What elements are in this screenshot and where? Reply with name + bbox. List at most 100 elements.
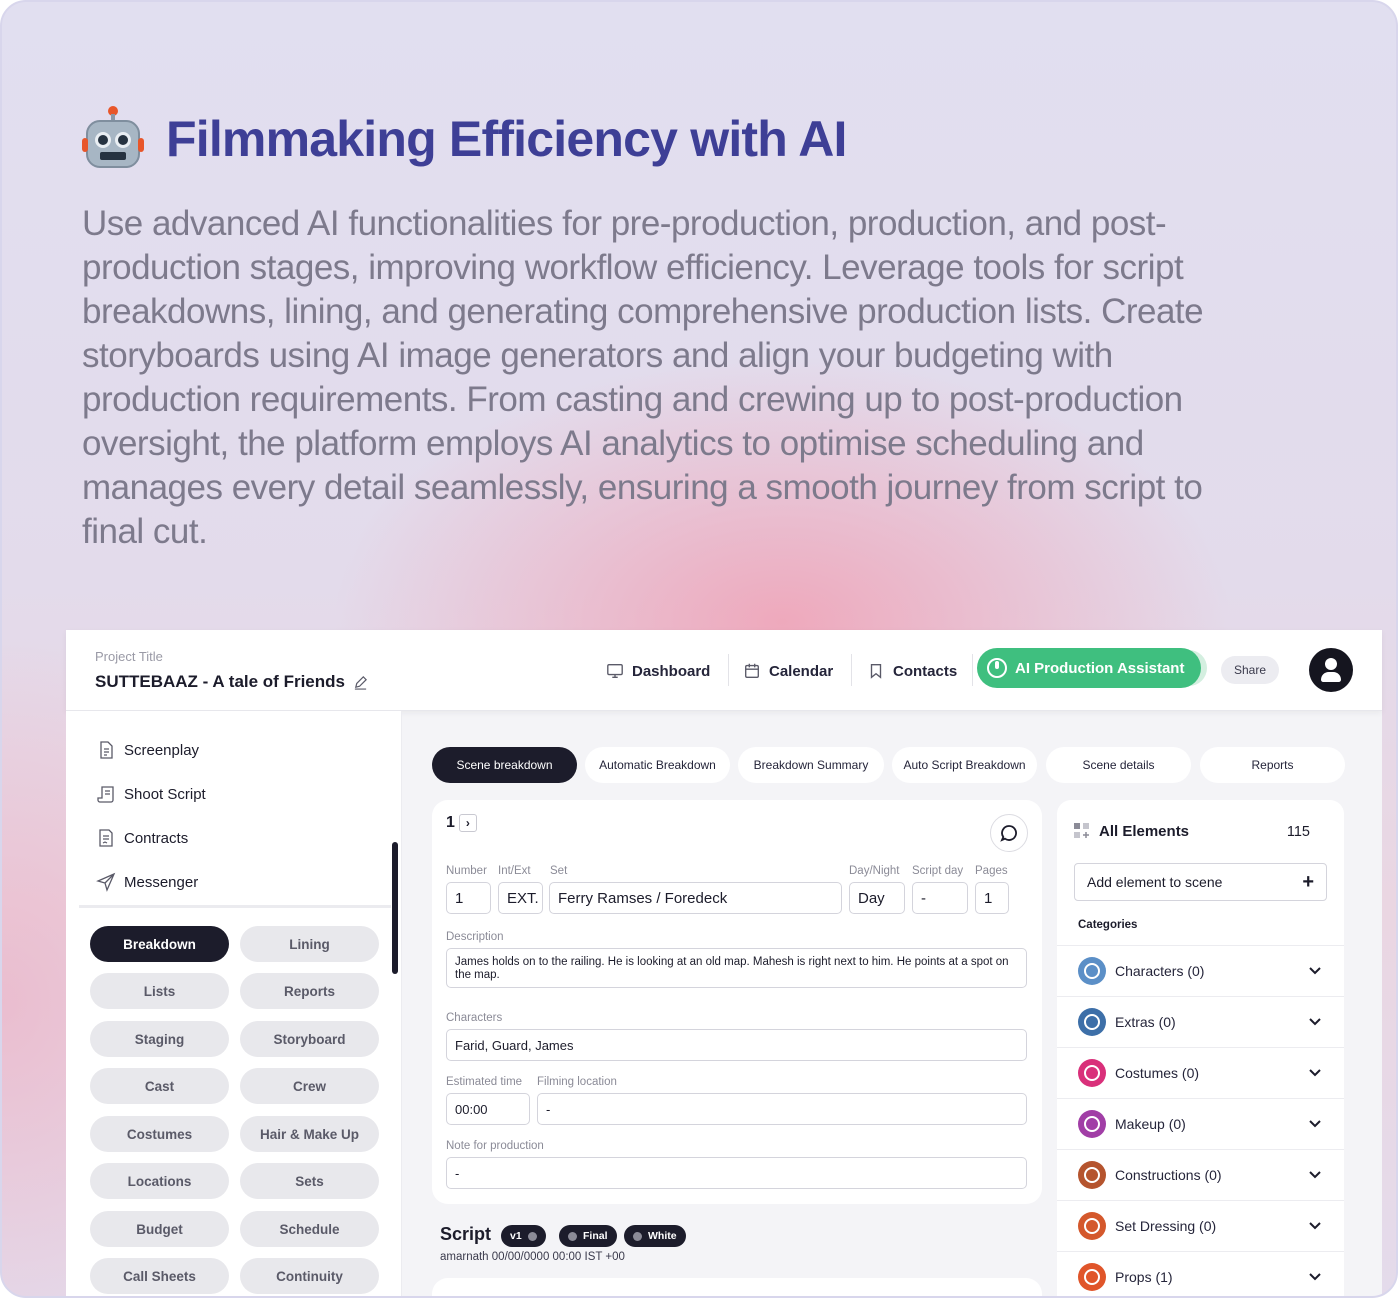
category-row[interactable]: Set Dressing (0) [1057, 1200, 1344, 1251]
day-night-field[interactable]: Day [849, 882, 905, 914]
plus-icon[interactable]: + [1302, 871, 1314, 894]
module-budget[interactable]: Budget [90, 1211, 229, 1247]
category-icon [1078, 1059, 1106, 1087]
category-label: Props (1) [1115, 1269, 1173, 1285]
scene-card: 1 › Number Int/Ext Set Day/Night Script … [432, 800, 1042, 1204]
nav-contacts[interactable]: Contacts [867, 656, 957, 686]
chevron-down-icon[interactable] [1308, 1270, 1322, 1284]
sidebar-item-messenger[interactable]: Messenger [96, 872, 198, 892]
module-breakdown[interactable]: Breakdown [90, 926, 229, 962]
module-staging[interactable]: Staging [90, 1021, 229, 1057]
elements-panel: All Elements 115 Add element to scene + … [1057, 800, 1344, 1296]
pencil-icon[interactable] [353, 675, 368, 690]
nav-calendar[interactable]: Calendar [743, 656, 833, 686]
number-field[interactable]: 1 [446, 882, 491, 914]
sidebar-item-shoot-script[interactable]: Shoot Script [96, 784, 206, 804]
sidebar-divider [79, 905, 391, 908]
share-button[interactable]: Share [1221, 656, 1279, 684]
final-chip-label: Final [583, 1230, 608, 1242]
tab-auto-script-breakdown[interactable]: Auto Script Breakdown [892, 747, 1037, 783]
ai-production-assistant-button[interactable]: AI Production Assistant [977, 648, 1201, 688]
chevron-down-icon[interactable] [1308, 964, 1322, 978]
top-bar: Project Title SUTTEBAAZ - A tale of Frie… [66, 630, 1382, 711]
module-cast[interactable]: Cast [90, 1068, 229, 1104]
sidebar-item-label: Screenplay [124, 741, 200, 759]
module-storyboard[interactable]: Storyboard [240, 1021, 379, 1057]
chevron-down-icon[interactable] [1308, 1168, 1322, 1182]
module-hair-make-up[interactable]: Hair & Make Up [240, 1116, 379, 1152]
module-call-sheets[interactable]: Call Sheets [90, 1258, 229, 1294]
category-row[interactable]: Costumes (0) [1057, 1047, 1344, 1098]
pages-label: Pages [975, 865, 1008, 877]
chevron-down-icon[interactable] [1308, 1015, 1322, 1029]
nav-calendar-label: Calendar [769, 662, 834, 680]
app-screenshot: Project Title SUTTEBAAZ - A tale of Frie… [66, 630, 1382, 1296]
project-title-text: SUTTEBAAZ - A tale of Friends [95, 672, 345, 691]
categories-label: Categories [1078, 919, 1138, 931]
category-label: Constructions (0) [1115, 1167, 1222, 1183]
feature-card: Filmmaking Efficiency with AI Use advanc… [0, 0, 1398, 1298]
characters-field[interactable]: Farid, Guard, James [446, 1029, 1027, 1061]
category-icon [1078, 1110, 1106, 1138]
chevron-down-icon[interactable] [1308, 1117, 1322, 1131]
description-field[interactable]: James holds on to the railing. He is loo… [446, 948, 1027, 988]
module-locations[interactable]: Locations [90, 1163, 229, 1199]
module-schedule[interactable]: Schedule [240, 1211, 379, 1247]
chevron-right-icon[interactable]: › [458, 814, 477, 832]
nav-dashboard[interactable]: Dashboard [606, 656, 710, 686]
chat-bubble-icon[interactable] [990, 814, 1028, 852]
int-ext-field[interactable]: EXT. [498, 882, 543, 914]
category-row[interactable]: Constructions (0) [1057, 1149, 1344, 1200]
filming-location-field[interactable]: - [537, 1093, 1027, 1125]
final-chip[interactable]: Final [559, 1225, 617, 1247]
all-elements-title: All Elements [1099, 822, 1190, 840]
sidebar-scrollbar[interactable] [392, 842, 398, 974]
category-label: Characters (0) [1115, 963, 1205, 979]
chevron-down-icon[interactable] [1308, 1219, 1322, 1233]
script-content-box [432, 1278, 1042, 1296]
tab-scene-breakdown[interactable]: Scene breakdown [432, 747, 577, 783]
hero-description: Use advanced AI functionalities for pre-… [82, 204, 1204, 551]
script-day-field[interactable]: - [912, 882, 968, 914]
module-reports[interactable]: Reports [240, 973, 379, 1009]
category-row[interactable]: Extras (0) [1057, 996, 1344, 1047]
hero-title-row: Filmmaking Efficiency with AI [82, 106, 847, 172]
tab-breakdown-summary[interactable]: Breakdown Summary [738, 747, 884, 783]
white-chip[interactable]: White [624, 1225, 686, 1247]
project-title: SUTTEBAAZ - A tale of Friends [95, 672, 368, 692]
tab-scene-details[interactable]: Scene details [1046, 747, 1191, 783]
send-icon [96, 872, 116, 892]
power-icon [987, 658, 1007, 678]
document-icon [100, 741, 113, 759]
contract-icon [99, 829, 113, 847]
sidebar-item-contracts[interactable]: Contracts [96, 828, 188, 848]
category-row[interactable]: Makeup (0) [1057, 1098, 1344, 1149]
set-field[interactable]: Ferry Ramses / Foredeck [549, 882, 842, 914]
category-row[interactable]: Props (1) [1057, 1251, 1344, 1296]
module-continuity[interactable]: Continuity [240, 1258, 379, 1294]
category-label: Makeup (0) [1115, 1116, 1186, 1132]
category-icon [1078, 1212, 1106, 1240]
module-costumes[interactable]: Costumes [90, 1116, 229, 1152]
script-meta: amarnath 00/00/0000 00:00 IST +00 [440, 1251, 625, 1263]
day-night-label: Day/Night [849, 865, 900, 877]
module-crew[interactable]: Crew [240, 1068, 379, 1104]
tab-reports[interactable]: Reports [1200, 747, 1345, 783]
note-field[interactable]: - [446, 1157, 1027, 1189]
module-lining[interactable]: Lining [240, 926, 379, 962]
user-avatar-icon[interactable] [1309, 648, 1353, 692]
module-sets[interactable]: Sets [240, 1163, 379, 1199]
estimated-time-field[interactable]: 00:00 [446, 1093, 530, 1125]
calendar-icon [745, 663, 759, 678]
sidebar-item-screenplay[interactable]: Screenplay [96, 740, 199, 760]
scene-number: 1 › [446, 814, 477, 832]
estimated-time-label: Estimated time [446, 1076, 523, 1088]
category-row[interactable]: Characters (0) [1057, 945, 1344, 996]
pages-field[interactable]: 1 [975, 882, 1009, 914]
tab-automatic-breakdown[interactable]: Automatic Breakdown [585, 747, 730, 783]
version-chip[interactable]: v1 [501, 1225, 546, 1247]
module-lists[interactable]: Lists [90, 973, 229, 1009]
sidebar-item-label: Messenger [124, 873, 199, 891]
add-element-field[interactable]: Add element to scene + [1074, 863, 1327, 901]
chevron-down-icon[interactable] [1308, 1066, 1322, 1080]
